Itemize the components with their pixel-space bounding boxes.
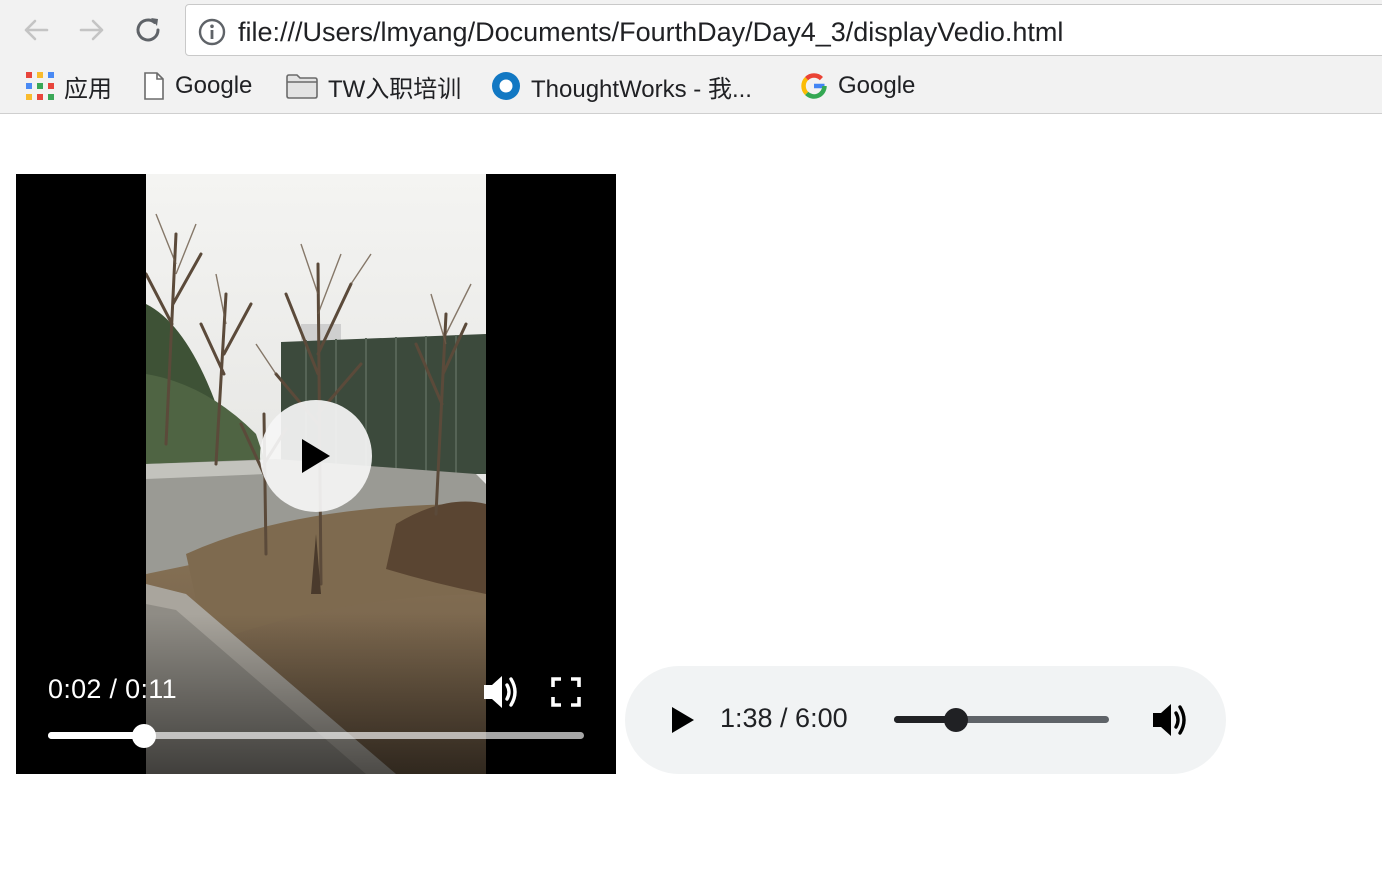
video-progress-slider[interactable] [48,724,584,748]
bookmark-google-page[interactable]: Google [143,62,252,110]
video-time-display: 0:02 / 0:11 [48,674,177,704]
reload-icon [136,18,160,42]
audio-progress-thumb[interactable] [944,708,969,732]
info-icon[interactable] [198,18,226,51]
audio-mute-button[interactable] [1149,698,1193,742]
volume-icon [484,676,517,708]
browser-toolbar: file:///Users/lmyang/Documents/FourthDay… [0,0,1382,62]
bookmarks-bar: 应用 Google TW入职培训 ThoughtWorks - 我... Goo… [0,62,1382,114]
address-url-text: file:///Users/lmyang/Documents/FourthDay… [238,17,1064,47]
audio-time-display: 1:38 / 6:00 [720,703,848,733]
bookmark-google[interactable]: Google [800,62,915,110]
thoughtworks-logo-icon [491,71,521,101]
reload-button[interactable] [128,10,168,50]
play-icon [302,439,330,473]
back-arrow-icon [24,19,49,41]
video-player[interactable]: 0:02 / 0:11 [16,174,616,774]
bookmark-apps[interactable]: 应用 [26,62,112,110]
audio-player[interactable]: 1:38 / 6:00 [625,666,1226,774]
bookmark-label: Google [838,72,916,99]
forward-arrow-icon [79,19,104,41]
folder-icon [286,73,318,99]
apps-grid-icon [26,72,54,100]
google-g-icon [800,72,828,100]
fullscreen-icon [551,677,581,707]
bookmark-tw-folder[interactable]: TW入职培训 [286,62,461,110]
video-progress-fill [48,732,145,739]
forward-button[interactable] [72,10,112,50]
play-icon [672,707,694,733]
bookmark-label: TW入职培训 [328,75,462,103]
video-mute-button[interactable] [480,670,524,714]
volume-icon [1153,704,1186,736]
audio-play-button[interactable] [663,700,703,740]
video-fullscreen-button[interactable] [546,672,586,712]
back-button[interactable] [16,10,56,50]
audio-progress-slider[interactable] [894,708,1109,732]
address-bar[interactable]: file:///Users/lmyang/Documents/FourthDay… [185,4,1382,56]
bookmark-label: ThoughtWorks - 我... [531,75,752,103]
bookmark-label: 应用 [64,75,112,103]
bookmark-thoughtworks[interactable]: ThoughtWorks - 我... [491,62,752,110]
bookmark-label: Google [175,72,253,99]
overlay-play-button[interactable] [260,400,372,512]
page-icon [143,72,165,100]
